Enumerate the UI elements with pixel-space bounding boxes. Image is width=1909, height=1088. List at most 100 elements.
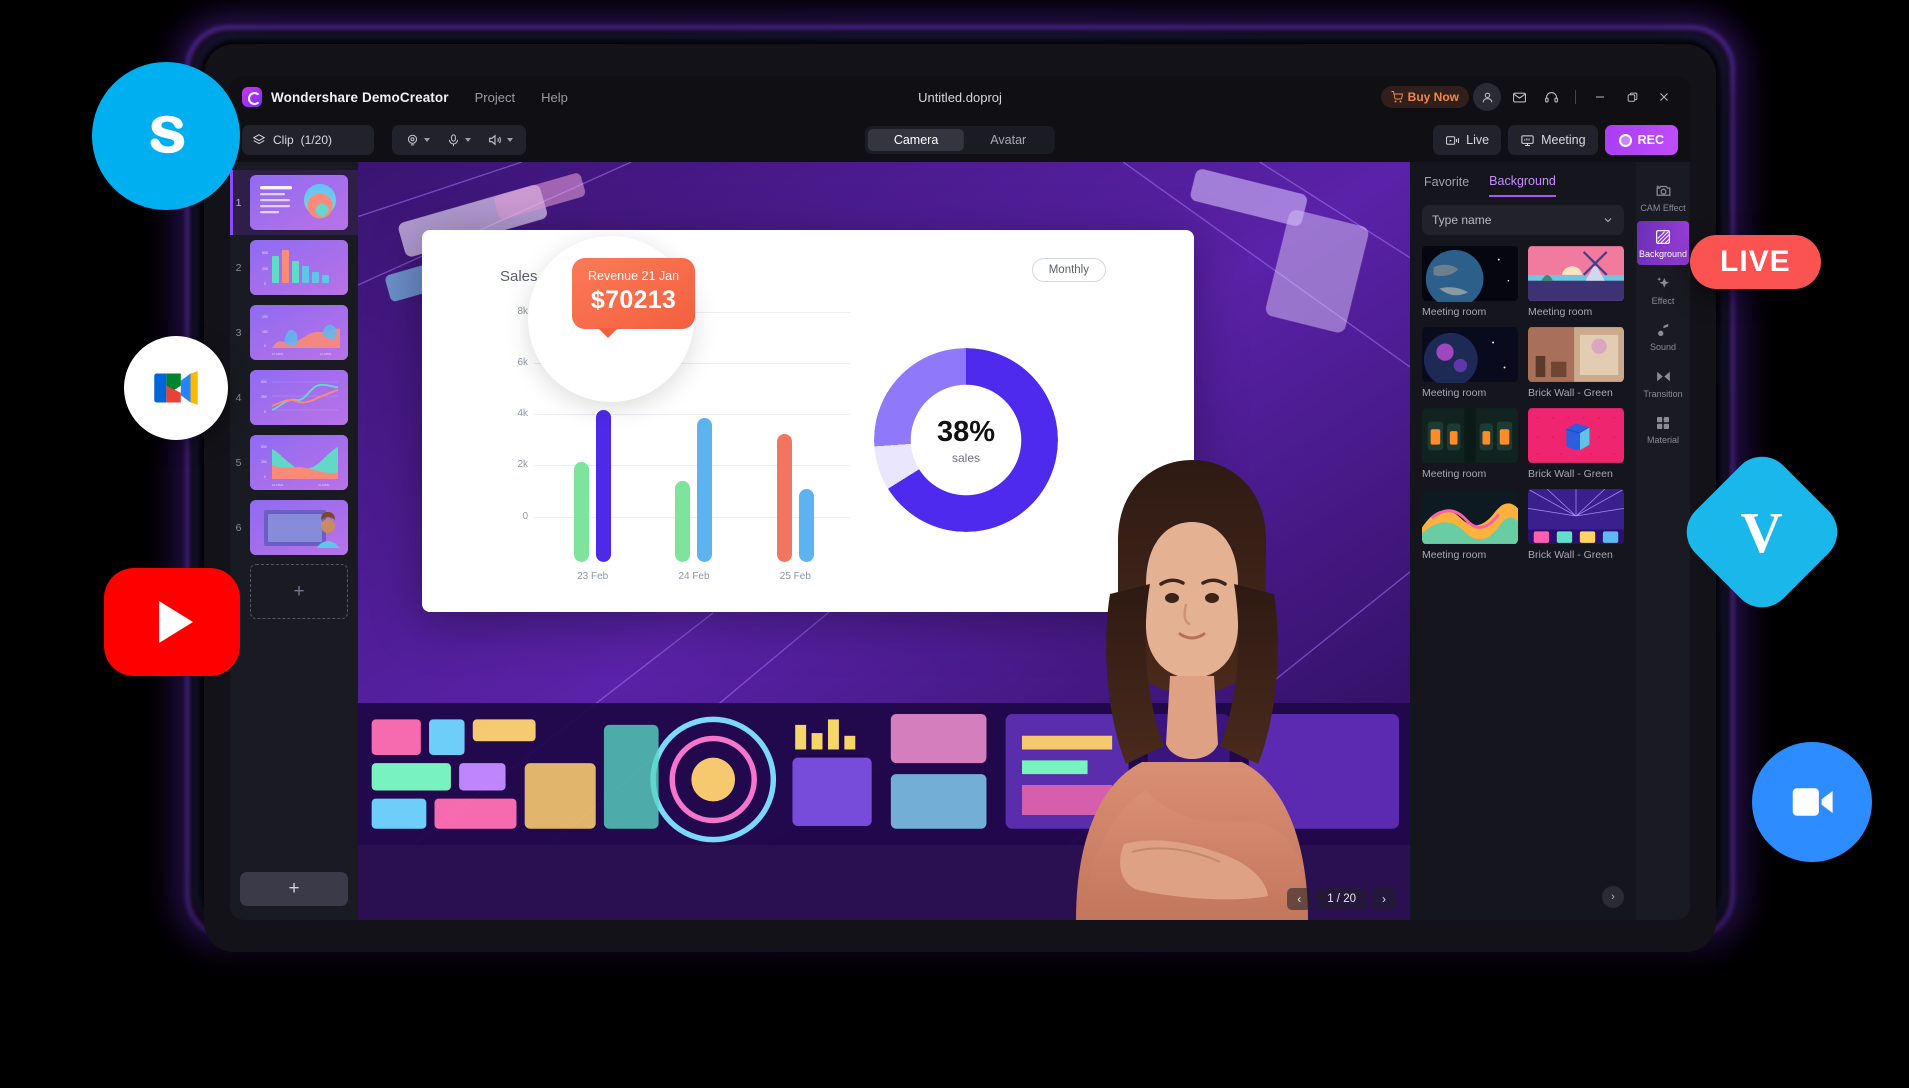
thumb-art xyxy=(250,175,348,230)
page-prev-button[interactable]: ‹ xyxy=(1287,888,1312,910)
background-item-5[interactable]: Meeting room xyxy=(1422,407,1518,480)
clip-count: (1/20) xyxy=(300,133,333,147)
google-meet-icon[interactable] xyxy=(124,336,228,440)
clip-item-3[interactable]: 3 100 180 0 15 APRIL 21 APRIL xyxy=(230,300,358,365)
webcam-icon[interactable] xyxy=(398,128,437,152)
rail-item-sound[interactable]: Sound xyxy=(1637,314,1689,358)
y-tick: 8k xyxy=(517,306,528,317)
zoom-icon[interactable] xyxy=(1752,742,1872,862)
background-thumbnail-pinkcube xyxy=(1528,407,1624,464)
add-clip-button[interactable]: + xyxy=(240,872,348,906)
y-tick: 0 xyxy=(522,511,528,522)
title-bar: Wondershare DemoCreator Project Help Unt… xyxy=(230,76,1690,118)
background-thumbnail-holo xyxy=(1422,488,1518,545)
background-panel: Favorite Background Type name Meeting ro… xyxy=(1410,162,1636,920)
background-thumbnail-lab xyxy=(1422,407,1518,464)
tab-avatar[interactable]: Avatar xyxy=(964,129,1052,151)
background-item-1[interactable]: Meeting room xyxy=(1422,245,1518,318)
restore-icon[interactable] xyxy=(1618,83,1646,111)
page-navigation: ‹ 1 / 20 › xyxy=(1287,888,1396,910)
google-meet-glyph xyxy=(154,371,198,405)
brand: Wondershare DemoCreator xyxy=(242,87,449,107)
bar xyxy=(596,410,612,562)
background-item-3[interactable]: Meeting room xyxy=(1422,326,1518,399)
clip-item-4[interactable]: 4 600 250 0 xyxy=(230,365,358,430)
rail-item-transition[interactable]: Transition xyxy=(1637,360,1689,405)
zoom-glyph xyxy=(1792,788,1833,816)
bar xyxy=(675,481,691,562)
tooltip-value: $70213 xyxy=(590,286,677,314)
svg-text:200: 200 xyxy=(262,267,268,271)
rail-label: Effect xyxy=(1651,296,1675,306)
buy-now-label: Buy Now xyxy=(1407,90,1459,104)
rail-item-background[interactable]: Background xyxy=(1637,221,1689,265)
youtube-icon[interactable] xyxy=(104,568,240,676)
rail-item-effect[interactable]: Effect xyxy=(1637,267,1689,312)
svg-text:500: 500 xyxy=(261,445,267,449)
x-tick: 25 Feb xyxy=(779,571,811,582)
background-thumbnail-interior xyxy=(1528,326,1624,383)
vimeo-icon[interactable]: V xyxy=(1674,444,1850,620)
svg-text:180: 180 xyxy=(262,330,268,334)
y-tick: 6k xyxy=(517,357,528,368)
speaker-icon[interactable] xyxy=(480,128,520,152)
meeting-button[interactable]: Meeting xyxy=(1508,125,1598,155)
tab-background[interactable]: Background xyxy=(1489,174,1556,197)
live-button[interactable]: Live xyxy=(1433,125,1502,155)
add-clip-placeholder[interactable]: + xyxy=(250,564,348,619)
background-item-7[interactable]: Meeting room xyxy=(1422,488,1518,561)
svg-text:250: 250 xyxy=(261,460,267,464)
headset-icon[interactable] xyxy=(1537,83,1565,111)
background-label: Meeting room xyxy=(1422,468,1487,480)
clip-thumbnail-stacked-area[interactable]: 500 250 0 18 APRIL 22 APRIL xyxy=(250,435,348,490)
clip-scroll[interactable]: 1 2 600 200 0 3 100 180 0 15 APRIL 21 AP… xyxy=(230,168,358,872)
mail-icon[interactable] xyxy=(1505,83,1533,111)
background-search-select[interactable]: Type name xyxy=(1422,205,1624,235)
record-button[interactable]: REC xyxy=(1604,125,1678,155)
clip-selector[interactable]: Clip (1/20) xyxy=(242,125,374,155)
background-label: Meeting room xyxy=(1422,306,1487,318)
clip-item-1[interactable]: 1 xyxy=(230,170,358,235)
microphone-icon[interactable] xyxy=(439,128,478,152)
bar xyxy=(697,418,713,562)
preview-canvas[interactable]: Sales Analystic Monthly 8k 6k 4k 2k 0 xyxy=(358,162,1410,920)
account-icon[interactable] xyxy=(1473,83,1501,111)
buy-now-button[interactable]: Buy Now xyxy=(1380,86,1469,108)
rail-label: Background xyxy=(1638,249,1688,259)
close-icon[interactable] xyxy=(1650,83,1678,111)
background-item-8[interactable]: Brick Wall - Green xyxy=(1528,488,1624,561)
menu-project[interactable]: Project xyxy=(475,90,515,105)
page-next-button[interactable]: › xyxy=(1372,888,1396,910)
background-item-4[interactable]: Brick Wall - Green xyxy=(1528,326,1624,399)
background-item-6[interactable]: Brick Wall - Green xyxy=(1528,407,1624,480)
tab-favorite[interactable]: Favorite xyxy=(1424,174,1469,197)
background-grid: Meeting room Meeting room Meeting room B… xyxy=(1410,235,1636,886)
clip-thumbnail-donut[interactable] xyxy=(250,175,348,230)
clip-thumbnail-bar[interactable]: 600 200 0 xyxy=(250,240,348,295)
clip-thumbnail-line[interactable]: 600 250 0 xyxy=(250,370,348,425)
clip-number: 1 xyxy=(235,196,242,209)
rail-item-cam-effect[interactable]: CAM Effect xyxy=(1637,174,1689,219)
clip-thumbnail-area[interactable]: 100 180 0 15 APRIL 21 APRIL xyxy=(250,305,348,360)
background-item-2[interactable]: Meeting room xyxy=(1528,245,1624,318)
svg-text:600: 600 xyxy=(262,251,268,255)
minimize-icon[interactable] xyxy=(1586,83,1614,111)
skype-icon[interactable] xyxy=(92,62,240,210)
clip-item-5[interactable]: 5 500 250 0 18 APRIL 22 APRIL xyxy=(230,430,358,495)
bar xyxy=(776,434,792,562)
bar-group-25feb xyxy=(776,434,814,562)
clip-item-6[interactable]: 6 xyxy=(230,495,358,560)
menu-help[interactable]: Help xyxy=(541,90,568,105)
background-label: Meeting room xyxy=(1422,549,1487,561)
tooltip-body: Revenue 21 Jan $70213 xyxy=(572,258,696,338)
clip-item-2[interactable]: 2 600 200 0 xyxy=(230,235,358,300)
panel-collapse-button[interactable]: › xyxy=(1602,886,1624,908)
clip-thumbnail-presenter[interactable] xyxy=(250,500,348,555)
camera-sparkle-icon xyxy=(1655,184,1670,196)
svg-text:250: 250 xyxy=(261,395,267,399)
cart-icon xyxy=(1391,91,1403,103)
monthly-filter-badge[interactable]: Monthly xyxy=(1031,258,1106,282)
tab-camera[interactable]: Camera xyxy=(867,129,965,151)
rail-item-material[interactable]: Material xyxy=(1637,407,1689,451)
bar xyxy=(798,489,814,562)
